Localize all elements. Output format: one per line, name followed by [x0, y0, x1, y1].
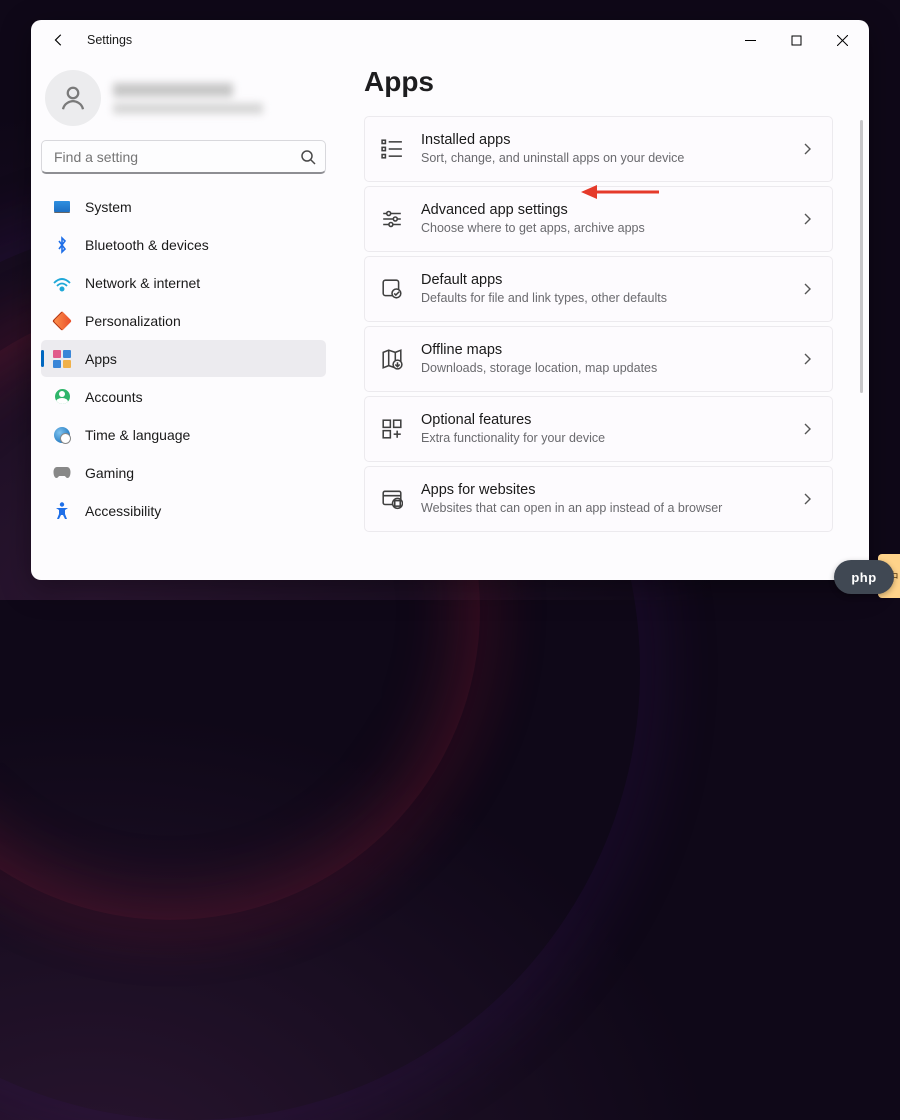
sidebar-item-network[interactable]: Network & internet	[41, 264, 326, 301]
sidebar-item-accounts[interactable]: Accounts	[41, 378, 326, 415]
card-title: Optional features	[421, 411, 782, 431]
sidebar-item-time[interactable]: Time & language	[41, 416, 326, 453]
sidebar: System Bluetooth & devices Network & int…	[31, 60, 336, 580]
chevron-right-icon	[800, 352, 814, 366]
bluetooth-icon	[53, 236, 71, 254]
chevron-right-icon	[800, 492, 814, 506]
scrollbar[interactable]	[860, 120, 863, 560]
card-subtitle: Choose where to get apps, archive apps	[421, 220, 782, 237]
sidebar-item-label: Personalization	[85, 313, 181, 329]
settings-window: Settings	[31, 20, 869, 580]
scrollbar-thumb[interactable]	[860, 120, 863, 393]
grid-plus-icon	[381, 418, 403, 440]
list-icon	[381, 138, 403, 160]
card-default-apps[interactable]: Default apps Defaults for file and link …	[364, 256, 833, 322]
card-subtitle: Sort, change, and uninstall apps on your…	[421, 150, 782, 167]
card-title: Apps for websites	[421, 481, 782, 501]
search-box	[41, 140, 326, 174]
sidebar-item-accessibility[interactable]: Accessibility	[41, 492, 326, 529]
system-icon	[53, 198, 71, 216]
page-title: Apps	[364, 66, 841, 98]
sidebar-item-system[interactable]: System	[41, 188, 326, 225]
gamepad-icon	[53, 464, 71, 482]
card-offline-maps[interactable]: Offline maps Downloads, storage location…	[364, 326, 833, 392]
card-title: Default apps	[421, 271, 782, 291]
sidebar-item-label: Network & internet	[85, 275, 200, 291]
titlebar: Settings	[31, 20, 869, 60]
wifi-icon	[53, 276, 71, 294]
accessibility-icon	[53, 502, 71, 520]
card-title: Installed apps	[421, 131, 782, 151]
avatar	[45, 70, 101, 126]
card-optional-features[interactable]: Optional features Extra functionality fo…	[364, 396, 833, 462]
search-input[interactable]	[41, 140, 326, 174]
map-icon	[381, 348, 403, 370]
maximize-button[interactable]	[773, 24, 819, 56]
window-controls	[727, 24, 865, 56]
sidebar-item-label: Bluetooth & devices	[85, 237, 209, 253]
sidebar-item-apps[interactable]: Apps	[41, 340, 326, 377]
card-installed-apps[interactable]: Installed apps Sort, change, and uninsta…	[364, 116, 833, 182]
maximize-icon	[791, 35, 802, 46]
card-subtitle: Defaults for file and link types, other …	[421, 290, 782, 307]
sliders-icon	[381, 208, 403, 230]
card-title: Offline maps	[421, 341, 782, 361]
back-button[interactable]	[45, 26, 73, 54]
default-apps-icon	[381, 278, 403, 300]
profile-block[interactable]	[41, 66, 326, 136]
sidebar-item-label: Apps	[85, 351, 117, 367]
chevron-right-icon	[800, 142, 814, 156]
sidebar-item-bluetooth[interactable]: Bluetooth & devices	[41, 226, 326, 263]
chevron-right-icon	[800, 212, 814, 226]
person-icon	[58, 83, 88, 113]
nav-list: System Bluetooth & devices Network & int…	[41, 188, 326, 529]
main-content: Apps Installed apps Sort, change, and un…	[336, 60, 869, 580]
sidebar-item-label: Gaming	[85, 465, 134, 481]
card-apps-for-websites[interactable]: Apps for websites Websites that can open…	[364, 466, 833, 532]
profile-text-redacted	[113, 83, 263, 114]
search-icon	[300, 149, 316, 165]
settings-cards-list: Installed apps Sort, change, and uninsta…	[364, 116, 841, 532]
chevron-right-icon	[800, 282, 814, 296]
apps-icon	[53, 350, 71, 368]
card-subtitle: Websites that can open in an app instead…	[421, 500, 782, 517]
sidebar-item-label: Accessibility	[85, 503, 161, 519]
watermark-php-badge: php	[834, 560, 894, 594]
card-title: Advanced app settings	[421, 201, 782, 221]
sidebar-item-label: Time & language	[85, 427, 190, 443]
sidebar-item-gaming[interactable]: Gaming	[41, 454, 326, 491]
close-button[interactable]	[819, 24, 865, 56]
accounts-icon	[53, 388, 71, 406]
sidebar-item-label: System	[85, 199, 132, 215]
minimize-button[interactable]	[727, 24, 773, 56]
sidebar-item-label: Accounts	[85, 389, 143, 405]
close-icon	[837, 35, 848, 46]
card-subtitle: Extra functionality for your device	[421, 430, 782, 447]
window-title: Settings	[87, 33, 132, 47]
sidebar-item-personalization[interactable]: Personalization	[41, 302, 326, 339]
card-subtitle: Downloads, storage location, map updates	[421, 360, 782, 377]
globe-clock-icon	[53, 426, 71, 444]
card-advanced-app-settings[interactable]: Advanced app settings Choose where to ge…	[364, 186, 833, 252]
arrow-left-icon	[52, 33, 66, 47]
websites-icon	[381, 488, 403, 510]
chevron-right-icon	[800, 422, 814, 436]
minimize-icon	[745, 35, 756, 46]
paintbrush-icon	[53, 312, 71, 330]
